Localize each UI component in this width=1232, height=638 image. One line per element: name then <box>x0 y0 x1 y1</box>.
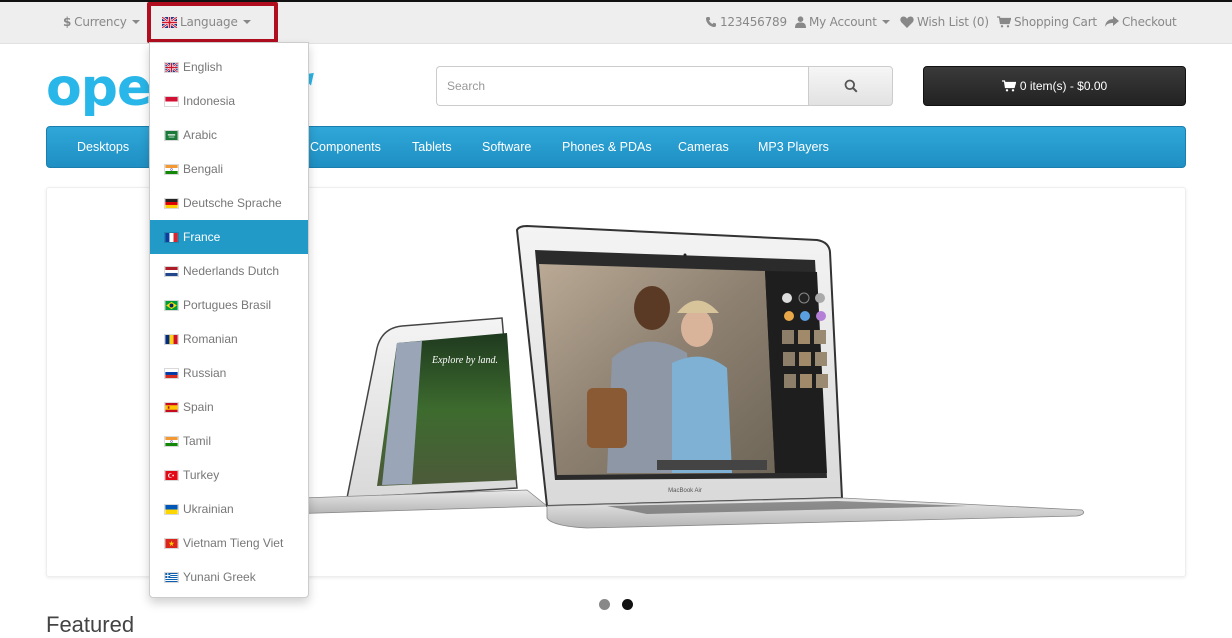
language-option-label: Vietnam Tieng Viet <box>183 536 284 550</box>
language-option-indonesia[interactable]: Indonesia <box>150 84 308 118</box>
laptop-brand-label: MacBook Air <box>668 488 702 494</box>
language-option-spain[interactable]: Spain <box>150 390 308 424</box>
nl-flag-icon <box>164 265 179 277</box>
language-option-label: Deutsche Sprache <box>183 196 282 210</box>
phone-icon <box>706 17 716 27</box>
language-option-label: Spain <box>183 400 214 414</box>
menu-item-components[interactable]: Components <box>310 140 381 154</box>
de-flag-icon <box>164 197 179 209</box>
dollar-icon: $ <box>63 15 72 29</box>
slide-caption: Explore by land. <box>431 355 498 366</box>
phone-link[interactable]: 123456789 <box>705 15 787 29</box>
language-option-label: Arabic <box>183 128 218 142</box>
menu-item-tablets[interactable]: Tablets <box>412 140 452 154</box>
language-option-vietnam-tieng-viet[interactable]: Vietnam Tieng Viet <box>150 526 308 560</box>
shopping-cart-icon <box>1001 80 1016 92</box>
menu-item-software[interactable]: Software <box>482 140 531 154</box>
gr-flag-icon <box>164 571 179 583</box>
user-icon <box>795 16 806 28</box>
ua-flag-icon <box>164 503 179 515</box>
laptop-back: Explore by land. <box>286 317 549 515</box>
es-flag-icon <box>164 401 179 413</box>
fr-flag-icon <box>164 231 179 243</box>
menu-item-phones-pdas[interactable]: Phones & PDAs <box>562 140 652 154</box>
menu-item-desktops[interactable]: Desktops <box>77 140 129 154</box>
language-option-label: English <box>183 60 223 74</box>
in-flag-icon <box>164 163 179 175</box>
ro-flag-icon <box>164 333 179 345</box>
in-flag-icon <box>164 435 179 447</box>
search-icon <box>844 79 858 93</box>
search-bar <box>436 66 893 106</box>
cart-total: 0 item(s) - $0.00 <box>1019 79 1108 93</box>
caret-down-icon <box>881 20 890 24</box>
laptop-front: MacBook Air <box>515 224 1085 529</box>
language-option-english[interactable]: English <box>150 50 308 84</box>
language-option-label: Indonesia <box>183 94 236 108</box>
language-option-turkey[interactable]: Turkey <box>150 458 308 492</box>
language-option-deutsche-sprache[interactable]: Deutsche Sprache <box>150 186 308 220</box>
language-option-nederlands-dutch[interactable]: Nederlands Dutch <box>150 254 308 288</box>
language-option-label: Yunani Greek <box>183 570 256 584</box>
language-option-label: Nederlands Dutch <box>183 264 280 278</box>
vn-flag-icon <box>164 537 179 549</box>
share-arrow-icon <box>1105 16 1119 27</box>
language-option-label: Portugues Brasil <box>183 298 272 312</box>
heart-icon <box>900 16 914 28</box>
currency-dropdown[interactable]: $ Currency <box>63 15 140 29</box>
wish-list-link[interactable]: Wish List (0) <box>900 15 989 29</box>
language-option-label: Turkey <box>183 468 220 482</box>
language-option-label: Bengali <box>183 162 224 176</box>
tr-flag-icon <box>164 469 179 481</box>
language-option-label: Russian <box>183 366 227 380</box>
shopping-cart-icon <box>997 16 1011 28</box>
slideshow-pagination <box>599 599 633 610</box>
shopping-cart-label: Shopping Cart <box>1014 15 1097 29</box>
menu-item-cameras[interactable]: Cameras <box>678 140 729 154</box>
search-input[interactable] <box>436 66 808 106</box>
sa-flag-icon <box>164 129 179 141</box>
slide-dot-1[interactable] <box>599 599 610 610</box>
checkout-label: Checkout <box>1122 15 1177 29</box>
gb-flag-icon <box>164 61 179 73</box>
language-option-romanian[interactable]: Romanian <box>150 322 308 356</box>
language-dropdown-menu: English Indonesia Arabic Bengali Deutsch… <box>149 42 309 598</box>
language-option-yunani-greek[interactable]: Yunani Greek <box>150 560 308 594</box>
language-option-label: Ukrainian <box>183 502 234 516</box>
language-option-label: Tamil <box>183 434 212 448</box>
language-option-arabic[interactable]: Arabic <box>150 118 308 152</box>
language-option-portugues-brasil[interactable]: Portugues Brasil <box>150 288 308 322</box>
search-button[interactable] <box>808 66 893 106</box>
language-option-label: France <box>183 230 221 244</box>
language-option-label: Romanian <box>183 332 238 346</box>
featured-heading: Featured <box>46 612 135 637</box>
currency-label: Currency <box>74 15 127 29</box>
id-flag-icon <box>164 95 179 107</box>
br-flag-icon <box>164 299 179 311</box>
menu-item-mp3-players[interactable]: MP3 Players <box>758 140 829 154</box>
language-option-tamil[interactable]: Tamil <box>150 424 308 458</box>
cart-button[interactable]: 0 item(s) - $0.00 <box>923 66 1186 106</box>
slide-dot-2-active[interactable] <box>622 599 633 610</box>
language-option-russian[interactable]: Russian <box>150 356 308 390</box>
language-option-bengali[interactable]: Bengali <box>150 152 308 186</box>
my-account-label: My Account <box>809 15 877 29</box>
my-account-dropdown[interactable]: My Account <box>795 15 890 29</box>
phone-number: 123456789 <box>720 15 787 29</box>
shopping-cart-link[interactable]: Shopping Cart <box>997 15 1097 29</box>
caret-down-icon <box>131 20 140 24</box>
language-option-ukrainian[interactable]: Ukrainian <box>150 492 308 526</box>
ru-flag-icon <box>164 367 179 379</box>
wish-list-label: Wish List (0) <box>917 15 989 29</box>
language-highlight-box <box>147 2 278 43</box>
language-option-france[interactable]: France <box>150 220 308 254</box>
checkout-link[interactable]: Checkout <box>1105 15 1177 29</box>
